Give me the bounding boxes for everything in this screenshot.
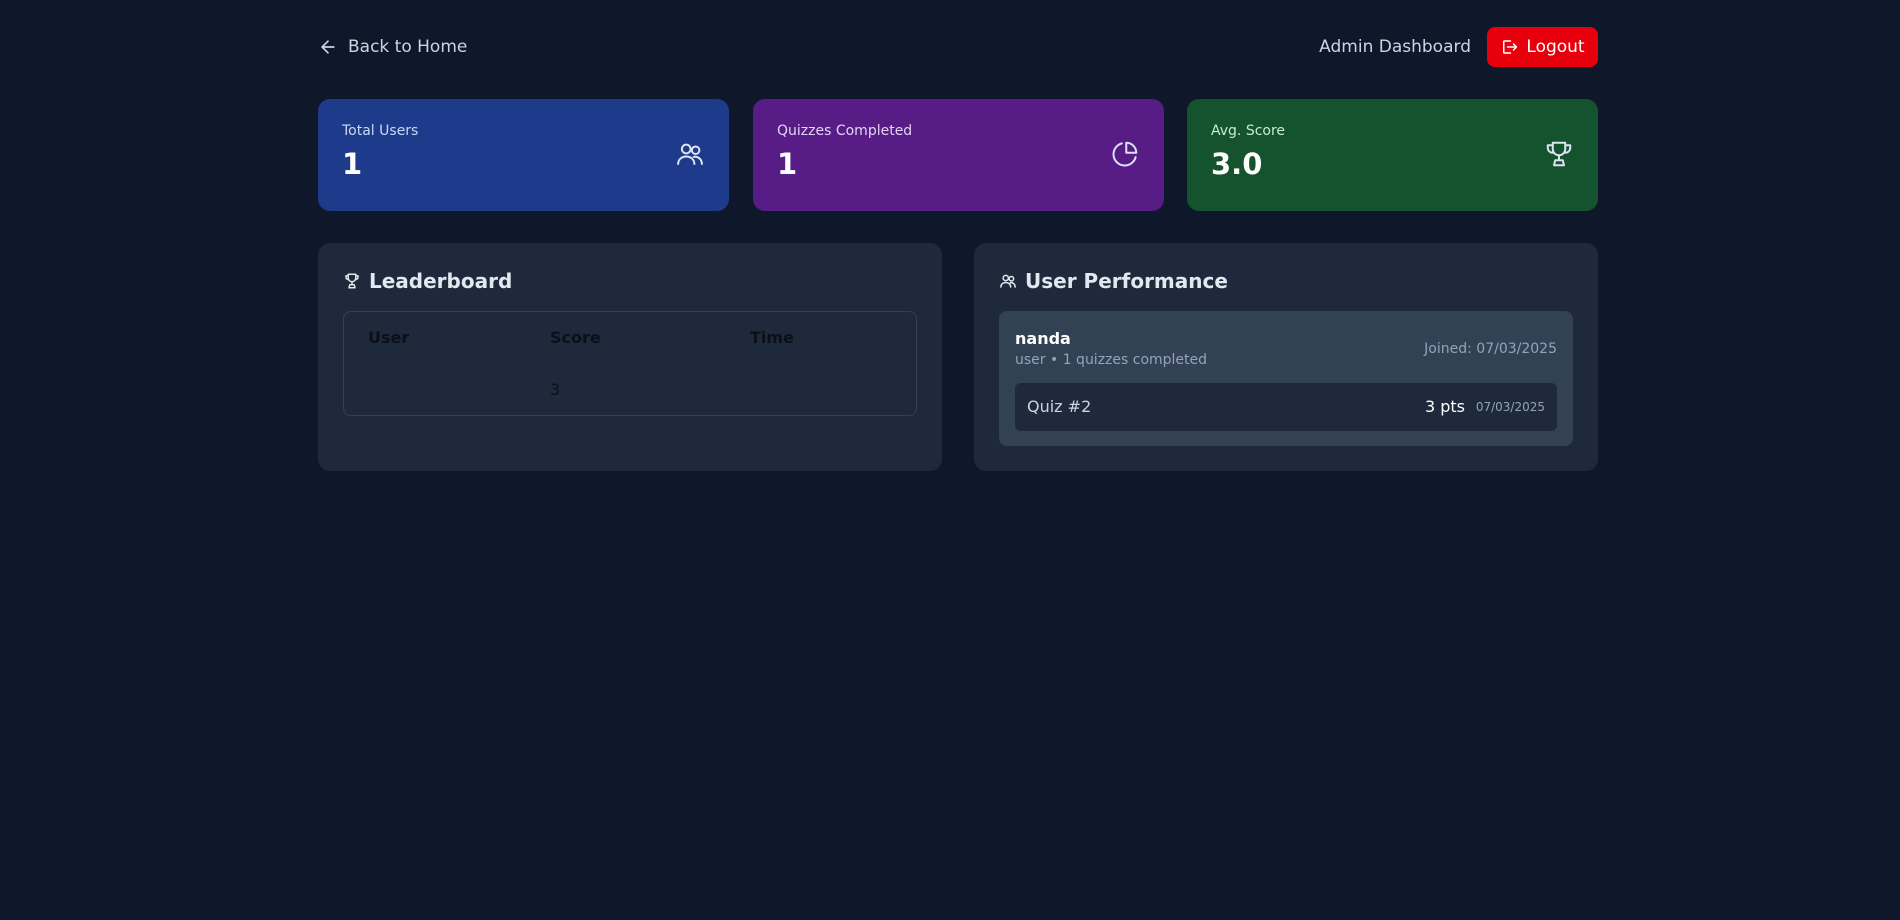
total-users-value: 1 bbox=[342, 147, 363, 181]
column-header-score: Score bbox=[550, 328, 601, 347]
user-performance-panel: User Performance nanda user • 1 quizzes … bbox=[974, 243, 1598, 471]
top-bar: Back to Home Admin Dashboard Logout bbox=[318, 27, 1598, 67]
user-performance-title: User Performance bbox=[999, 269, 1228, 293]
logout-icon bbox=[1503, 40, 1518, 54]
quizzes-completed-label: Quizzes Completed bbox=[777, 123, 913, 139]
avg-score-card: Avg. Score 3.0 bbox=[1187, 99, 1598, 211]
user-meta: user • 1 quizzes completed bbox=[1015, 352, 1208, 368]
avg-score-label: Avg. Score bbox=[1211, 123, 1286, 139]
stats-row: Total Users 1 Quizzes Completed 1 Avg. S… bbox=[318, 99, 1598, 211]
trophy-icon bbox=[1546, 141, 1572, 167]
column-header-user: User bbox=[368, 328, 410, 347]
quiz-name: Quiz #2 bbox=[1027, 397, 1092, 416]
total-users-card: Total Users 1 bbox=[318, 99, 729, 211]
avg-score-value: 3.0 bbox=[1211, 147, 1263, 181]
leaderboard-cell-score: 3 bbox=[550, 380, 561, 399]
total-users-label: Total Users bbox=[342, 123, 419, 139]
arrow-left-icon bbox=[321, 40, 335, 54]
user-card: nanda user • 1 quizzes completed Joined:… bbox=[999, 311, 1573, 446]
logout-label: Logout bbox=[1526, 37, 1585, 57]
quiz-result-row: Quiz #2 3 pts 07/03/2025 bbox=[1015, 383, 1557, 431]
quiz-date: 07/03/2025 bbox=[1475, 400, 1545, 414]
users-icon bbox=[1000, 274, 1016, 288]
page-title: Admin Dashboard bbox=[1319, 37, 1471, 57]
user-performance-title-text: User Performance bbox=[1025, 269, 1228, 293]
user-name: nanda bbox=[1015, 329, 1071, 348]
leaderboard-panel: Leaderboard User Score Time 3 bbox=[318, 243, 942, 471]
column-header-time: Time bbox=[750, 328, 794, 347]
users-icon bbox=[677, 143, 703, 165]
leaderboard-title-text: Leaderboard bbox=[369, 269, 513, 293]
pie-chart-icon bbox=[1112, 141, 1138, 167]
trophy-icon bbox=[345, 273, 359, 289]
quizzes-completed-value: 1 bbox=[777, 147, 798, 181]
logout-button[interactable]: Logout bbox=[1487, 27, 1598, 67]
user-joined-date: Joined: 07/03/2025 bbox=[1424, 341, 1557, 357]
leaderboard-title: Leaderboard bbox=[343, 269, 512, 293]
back-to-home-link[interactable]: Back to Home bbox=[318, 27, 467, 67]
leaderboard-table: User Score Time 3 bbox=[343, 311, 917, 416]
back-to-home-label: Back to Home bbox=[348, 37, 468, 57]
quiz-points: 3 pts bbox=[1424, 397, 1465, 416]
quizzes-completed-card: Quizzes Completed 1 bbox=[753, 99, 1164, 211]
